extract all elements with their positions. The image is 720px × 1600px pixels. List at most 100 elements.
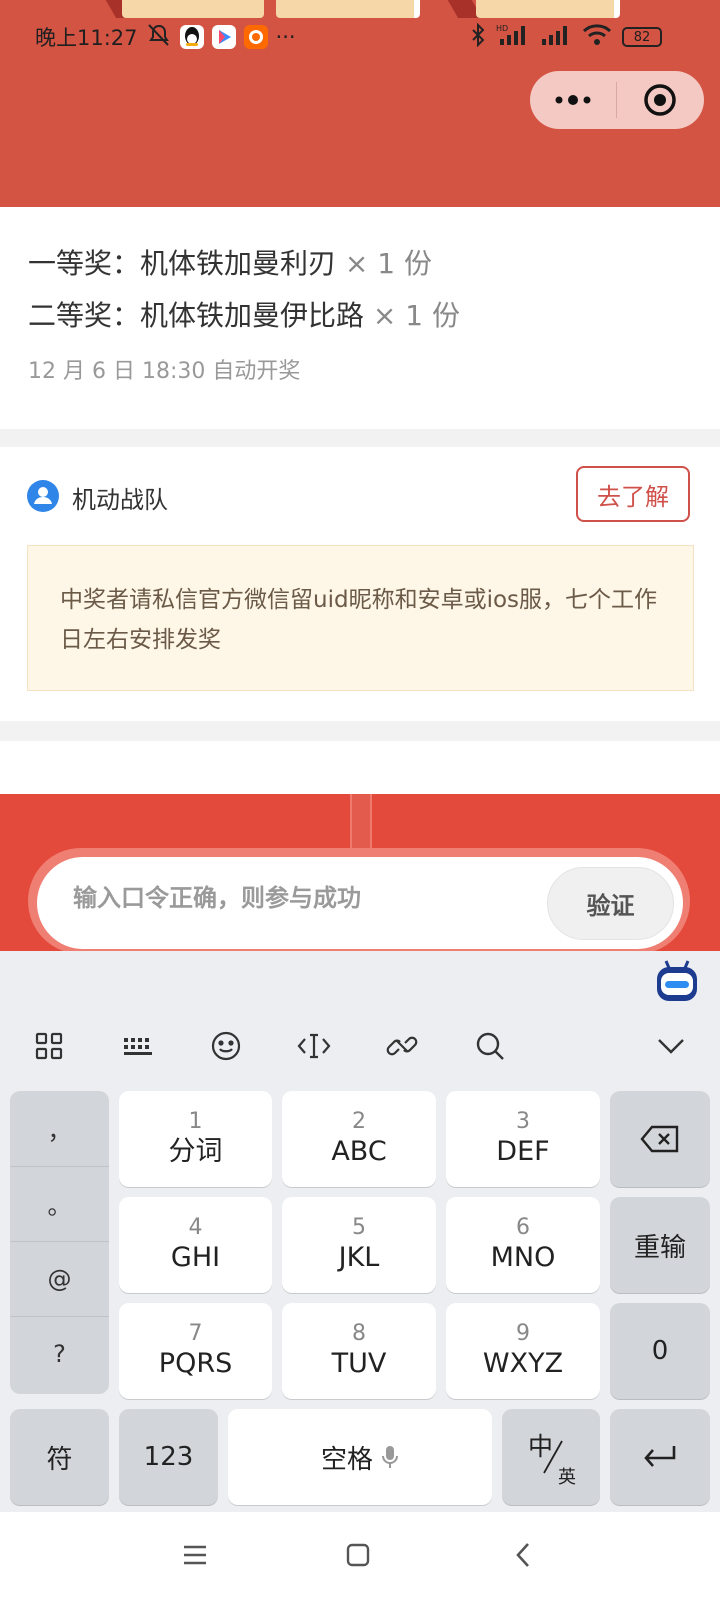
system-nav-bar <box>0 1512 720 1600</box>
key-label: JKL <box>338 1242 380 1273</box>
wifi-icon <box>582 23 612 52</box>
taobao-app-icon <box>243 25 268 49</box>
key-1[interactable]: 1 分词 <box>119 1091 272 1187</box>
more-dots-icon <box>555 95 591 105</box>
password-placeholder: 输入口令正确，则参与成功 <box>73 884 361 912</box>
signal-icon <box>540 23 572 52</box>
key-number: 8 <box>352 1321 366 1346</box>
second-prize: 二等奖：机体铁加曼伊比路 × 1 份 <box>28 294 460 334</box>
video-app-icon <box>211 25 236 49</box>
target-close-icon <box>644 84 676 116</box>
status-time: 晚上11:27 <box>35 26 138 50</box>
organizer-section: 机动战队 去了解 中奖者请私信官方微信留uid昵称和安卓或ios服，七个工作日左… <box>0 447 720 721</box>
key-label: MNO <box>490 1242 556 1273</box>
backspace-icon <box>640 1125 679 1153</box>
numbers-key[interactable]: 123 <box>119 1409 218 1505</box>
microphone-icon <box>382 1446 398 1468</box>
key-2[interactable]: 2 ABC <box>282 1091 436 1187</box>
status-bar-left: 晚上11:27 ··· <box>35 22 296 52</box>
key-label: WXYZ <box>482 1348 564 1379</box>
backspace-key[interactable] <box>610 1091 710 1187</box>
organizer-name: 机动战队 <box>72 486 168 514</box>
second-prize-count: × 1 份 <box>364 299 460 332</box>
avatar <box>27 480 59 512</box>
cursor-icon[interactable] <box>292 1024 336 1068</box>
enter-key[interactable] <box>610 1409 710 1505</box>
draw-time: 12 月 6 日 18:30 自动开奖 <box>28 359 301 384</box>
key-label: PQRS <box>158 1348 233 1379</box>
lang-en-label: 英 <box>558 1467 576 1488</box>
prize-section: 一等奖：机体铁加曼利刃 × 1 份 二等奖：机体铁加曼伊比路 × 1 份 12 … <box>0 207 720 429</box>
menu-nav-icon[interactable] <box>183 1544 207 1570</box>
key-label: ABC <box>331 1136 387 1167</box>
apps-grid-icon[interactable] <box>27 1024 71 1068</box>
key-label: 空格 <box>320 1444 373 1475</box>
key-6[interactable]: 6 MNO <box>446 1197 600 1293</box>
second-prize-label: 二等奖：机体铁加曼伊比路 <box>28 299 365 332</box>
search-icon[interactable] <box>468 1024 512 1068</box>
key-5[interactable]: 5 JKL <box>282 1197 436 1293</box>
key-number: 5 <box>352 1215 366 1240</box>
key-number: 2 <box>352 1109 366 1134</box>
key-8[interactable]: 8 TUV <box>282 1303 436 1399</box>
key-number: 1 <box>188 1109 203 1134</box>
back-nav-icon[interactable] <box>515 1542 531 1572</box>
key-number: 7 <box>188 1321 203 1346</box>
key-4[interactable]: 4 GHI <box>119 1197 272 1293</box>
key-label: 0 <box>651 1336 669 1366</box>
zero-key[interactable]: 0 <box>610 1303 710 1399</box>
symbols-key[interactable]: 符 <box>10 1409 109 1505</box>
key-label: 分词 <box>168 1136 223 1167</box>
signal-hd-icon: HD <box>496 23 530 52</box>
verify-button[interactable]: 验证 <box>547 867 674 940</box>
first-prize-count: × 1 份 <box>336 247 432 280</box>
user-icon <box>34 487 52 504</box>
link-icon[interactable] <box>380 1024 424 1068</box>
key-label: 符 <box>46 1444 73 1475</box>
mute-icon <box>146 23 172 52</box>
key-label: DEF <box>496 1136 550 1167</box>
comma-key[interactable]: ， <box>10 1091 109 1166</box>
keyboard-icon[interactable] <box>116 1024 160 1068</box>
home-nav-icon[interactable] <box>346 1543 370 1571</box>
emoji-icon[interactable] <box>204 1024 248 1068</box>
reinput-key[interactable]: 重输 <box>610 1197 710 1293</box>
collapse-keyboard-icon[interactable] <box>649 1024 693 1068</box>
key-number: 9 <box>516 1321 530 1346</box>
winner-notice: 中奖者请私信官方微信留uid昵称和安卓或ios服，七个工作日左右安排发奖 <box>27 545 694 691</box>
banner-decoration <box>476 0 620 18</box>
space-key[interactable]: 空格 <box>228 1409 492 1505</box>
enter-icon <box>644 1446 676 1467</box>
svg-text:HD: HD <box>496 24 508 33</box>
miniprogram-capsule <box>530 71 704 129</box>
banner-decoration <box>122 0 264 18</box>
more-notifications-icon: ··· <box>275 25 296 49</box>
key-label: 123 <box>143 1442 194 1472</box>
key-label: 重输 <box>633 1232 686 1263</box>
banner-decoration <box>276 0 420 18</box>
first-prize: 一等奖：机体铁加曼利刃 × 1 份 <box>28 242 432 282</box>
key-3[interactable]: 3 DEF <box>446 1091 600 1187</box>
section-divider <box>0 721 720 741</box>
close-miniprogram-button[interactable] <box>617 71 703 129</box>
at-key[interactable]: @ <box>10 1241 109 1316</box>
bluetooth-icon <box>470 22 486 52</box>
key-9[interactable]: 9 WXYZ <box>446 1303 600 1399</box>
key-label: TUV <box>331 1348 387 1379</box>
more-menu-button[interactable] <box>530 71 616 129</box>
key-number: 6 <box>516 1215 530 1240</box>
key-number: 3 <box>516 1109 530 1134</box>
first-prize-label: 一等奖：机体铁加曼利刃 <box>28 247 337 280</box>
key-label: GHI <box>170 1242 221 1273</box>
key-7[interactable]: 7 PQRS <box>119 1303 272 1399</box>
battery-icon: 82 <box>622 27 662 47</box>
section-divider <box>0 429 720 447</box>
period-key[interactable]: 。 <box>10 1166 109 1241</box>
qq-app-icon <box>179 25 204 49</box>
key-number: 4 <box>188 1215 203 1240</box>
question-key[interactable]: ? <box>10 1316 109 1391</box>
learn-more-button[interactable]: 去了解 <box>576 466 690 522</box>
status-bar-right: HD 82 <box>470 22 662 52</box>
language-switch-key[interactable]: 中 英 <box>502 1409 600 1505</box>
assistant-robot-icon[interactable] <box>654 957 700 1003</box>
